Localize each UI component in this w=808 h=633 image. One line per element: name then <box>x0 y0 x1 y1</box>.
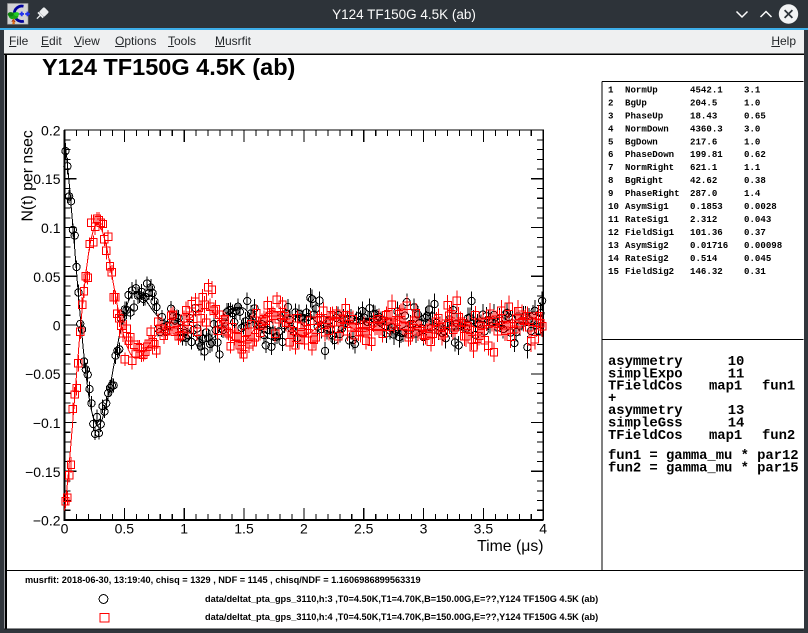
svg-text:PhaseUp: PhaseUp <box>625 110 664 121</box>
svg-text:RateSig1: RateSig1 <box>625 214 669 225</box>
svg-text:0.043: 0.043 <box>744 214 771 225</box>
svg-text:6: 6 <box>608 149 613 160</box>
svg-text:FieldSig1: FieldSig1 <box>625 227 675 238</box>
svg-text:0.00098: 0.00098 <box>744 240 782 251</box>
svg-text:TFieldCos: TFieldCos <box>608 428 683 444</box>
svg-text:0.62: 0.62 <box>744 149 766 160</box>
svg-text:0.0028: 0.0028 <box>744 201 777 212</box>
svg-text:RateSig2: RateSig2 <box>625 253 669 264</box>
svg-text:3.1: 3.1 <box>744 85 761 96</box>
svg-text:204.5: 204.5 <box>690 98 717 109</box>
svg-text:fun1: fun1 <box>762 379 795 395</box>
svg-text:Y124 TF150G 4.5K (ab): Y124 TF150G 4.5K (ab) <box>42 54 295 80</box>
svg-text:0.1853: 0.1853 <box>690 201 723 212</box>
svg-text:15: 15 <box>608 266 619 277</box>
svg-text:217.6: 217.6 <box>690 136 717 147</box>
svg-text:101.36: 101.36 <box>690 227 723 238</box>
svg-text:1: 1 <box>608 85 614 96</box>
svg-text:0.31: 0.31 <box>744 266 766 277</box>
svg-text:3.5: 3.5 <box>474 521 494 537</box>
svg-text:2: 2 <box>300 521 308 537</box>
svg-text:data/deltat_pta_gps_3110,h:3 ,: data/deltat_pta_gps_3110,h:3 ,T0=4.50K,T… <box>205 594 598 604</box>
svg-text:0.1: 0.1 <box>41 220 61 236</box>
svg-text:musrfit: 2018-06-30, 13:19:40,: musrfit: 2018-06-30, 13:19:40, chisq = 1… <box>25 575 421 585</box>
svg-text:fun2 = gamma_mu * par15: fun2 = gamma_mu * par15 <box>608 460 799 476</box>
svg-text:1.5: 1.5 <box>234 521 254 537</box>
svg-text:1: 1 <box>180 521 188 537</box>
svg-text:fun2: fun2 <box>762 428 795 444</box>
svg-text:0.045: 0.045 <box>744 253 771 264</box>
svg-text:2: 2 <box>608 98 613 109</box>
svg-text:2.312: 2.312 <box>690 214 717 225</box>
svg-text:0.01716: 0.01716 <box>690 240 728 251</box>
svg-text:4542.1: 4542.1 <box>690 85 723 96</box>
svg-text:−0.2: −0.2 <box>33 513 61 529</box>
svg-text:4360.3: 4360.3 <box>690 123 723 134</box>
svg-text:0: 0 <box>53 318 61 334</box>
svg-text:621.1: 621.1 <box>690 162 718 173</box>
svg-text:0.514: 0.514 <box>690 253 718 264</box>
svg-text:NormRight: NormRight <box>625 162 674 173</box>
svg-text:287.0: 287.0 <box>690 188 717 199</box>
svg-text:18.43: 18.43 <box>690 110 717 121</box>
svg-text:NormDown: NormDown <box>625 123 669 134</box>
svg-text:0.5: 0.5 <box>115 521 135 537</box>
svg-text:4: 4 <box>608 123 614 134</box>
svg-text:PhaseDown: PhaseDown <box>625 149 674 160</box>
svg-text:4: 4 <box>539 521 547 537</box>
svg-text:7: 7 <box>608 162 613 173</box>
svg-text:NormUp: NormUp <box>625 85 658 96</box>
svg-text:146.32: 146.32 <box>690 266 723 277</box>
svg-text:map1: map1 <box>709 379 742 395</box>
svg-text:0.2: 0.2 <box>41 123 61 139</box>
svg-text:5: 5 <box>608 136 613 147</box>
svg-text:3: 3 <box>608 110 613 121</box>
svg-text:0.05: 0.05 <box>33 269 60 285</box>
svg-text:13: 13 <box>608 240 619 251</box>
svg-text:FieldSig2: FieldSig2 <box>625 266 674 277</box>
svg-text:Time (μs): Time (μs) <box>477 538 543 555</box>
svg-text:12: 12 <box>608 227 619 238</box>
svg-text:11: 11 <box>608 214 619 225</box>
svg-text:10: 10 <box>608 201 619 212</box>
svg-text:0.15: 0.15 <box>33 171 60 187</box>
svg-text:data/deltat_pta_gps_3110,h:4 ,: data/deltat_pta_gps_3110,h:4 ,T0=4.50K,T… <box>205 612 598 622</box>
svg-text:1.0: 1.0 <box>744 98 760 109</box>
svg-text:AsymSig1: AsymSig1 <box>625 201 669 212</box>
svg-text:3: 3 <box>420 521 428 537</box>
svg-text:−0.05: −0.05 <box>25 366 61 382</box>
svg-text:TFieldCos: TFieldCos <box>608 379 683 395</box>
svg-text:42.62: 42.62 <box>690 175 717 186</box>
svg-text:0.65: 0.65 <box>744 110 766 121</box>
svg-text:BgRight: BgRight <box>625 175 663 186</box>
svg-text:1.0: 1.0 <box>744 136 760 147</box>
svg-text:8: 8 <box>608 175 613 186</box>
svg-text:0.38: 0.38 <box>744 175 766 186</box>
svg-text:N(t) per nsec: N(t) per nsec <box>20 130 37 221</box>
svg-text:14: 14 <box>608 253 619 264</box>
svg-text:9: 9 <box>608 188 613 199</box>
svg-text:BgUp: BgUp <box>625 98 647 109</box>
svg-text:2.5: 2.5 <box>354 521 374 537</box>
svg-text:0.37: 0.37 <box>744 227 766 238</box>
svg-text:−0.15: −0.15 <box>25 464 61 480</box>
svg-text:map1: map1 <box>709 428 742 444</box>
svg-text:AsymSig2: AsymSig2 <box>625 240 669 251</box>
svg-text:BgDown: BgDown <box>625 136 658 147</box>
svg-text:0: 0 <box>61 521 69 537</box>
svg-text:1.1: 1.1 <box>744 162 761 173</box>
svg-text:−0.1: −0.1 <box>33 415 61 431</box>
svg-text:3.0: 3.0 <box>744 123 760 134</box>
svg-text:1.4: 1.4 <box>744 188 761 199</box>
svg-text:PhaseRight: PhaseRight <box>625 188 680 199</box>
svg-text:199.81: 199.81 <box>690 149 723 160</box>
